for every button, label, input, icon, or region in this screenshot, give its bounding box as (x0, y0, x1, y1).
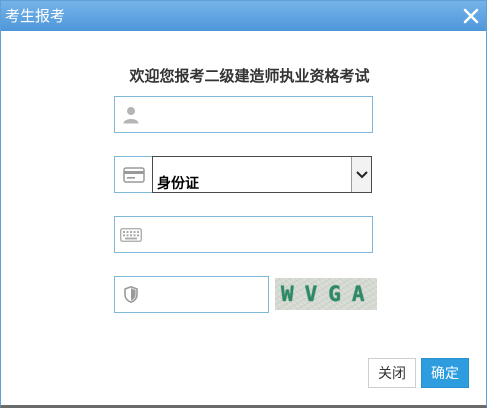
close-icon[interactable] (462, 7, 480, 25)
page-heading: 欢迎您报考二级建造师执业资格考试 (129, 67, 370, 85)
close-button[interactable]: 关闭 (368, 358, 416, 388)
id-number-field[interactable] (114, 216, 373, 253)
id-card-icon (114, 156, 153, 193)
shield-icon (115, 277, 147, 312)
exam-registration-dialog: 考生报考 欢迎您报考二级建造师执业资格考试 身份证 WVGA 关闭 确定 (0, 0, 487, 408)
user-icon (115, 97, 147, 132)
captcha-image[interactable]: WVGA (275, 278, 377, 310)
captcha-field[interactable] (114, 276, 269, 313)
username-field[interactable] (114, 96, 373, 133)
title-bar: 考生报考 (1, 1, 486, 31)
username-input[interactable] (149, 99, 369, 130)
captcha-text: WVGA (281, 282, 376, 306)
dialog-title: 考生报考 (5, 7, 66, 25)
keyboard-icon (115, 217, 147, 252)
id-type-selected-value: 身份证 (157, 176, 199, 192)
id-number-input[interactable] (149, 219, 369, 250)
chevron-down-icon[interactable] (351, 157, 371, 192)
confirm-button[interactable]: 确定 (421, 358, 469, 388)
id-type-select[interactable]: 身份证 (152, 156, 372, 193)
captcha-input[interactable] (149, 279, 264, 310)
